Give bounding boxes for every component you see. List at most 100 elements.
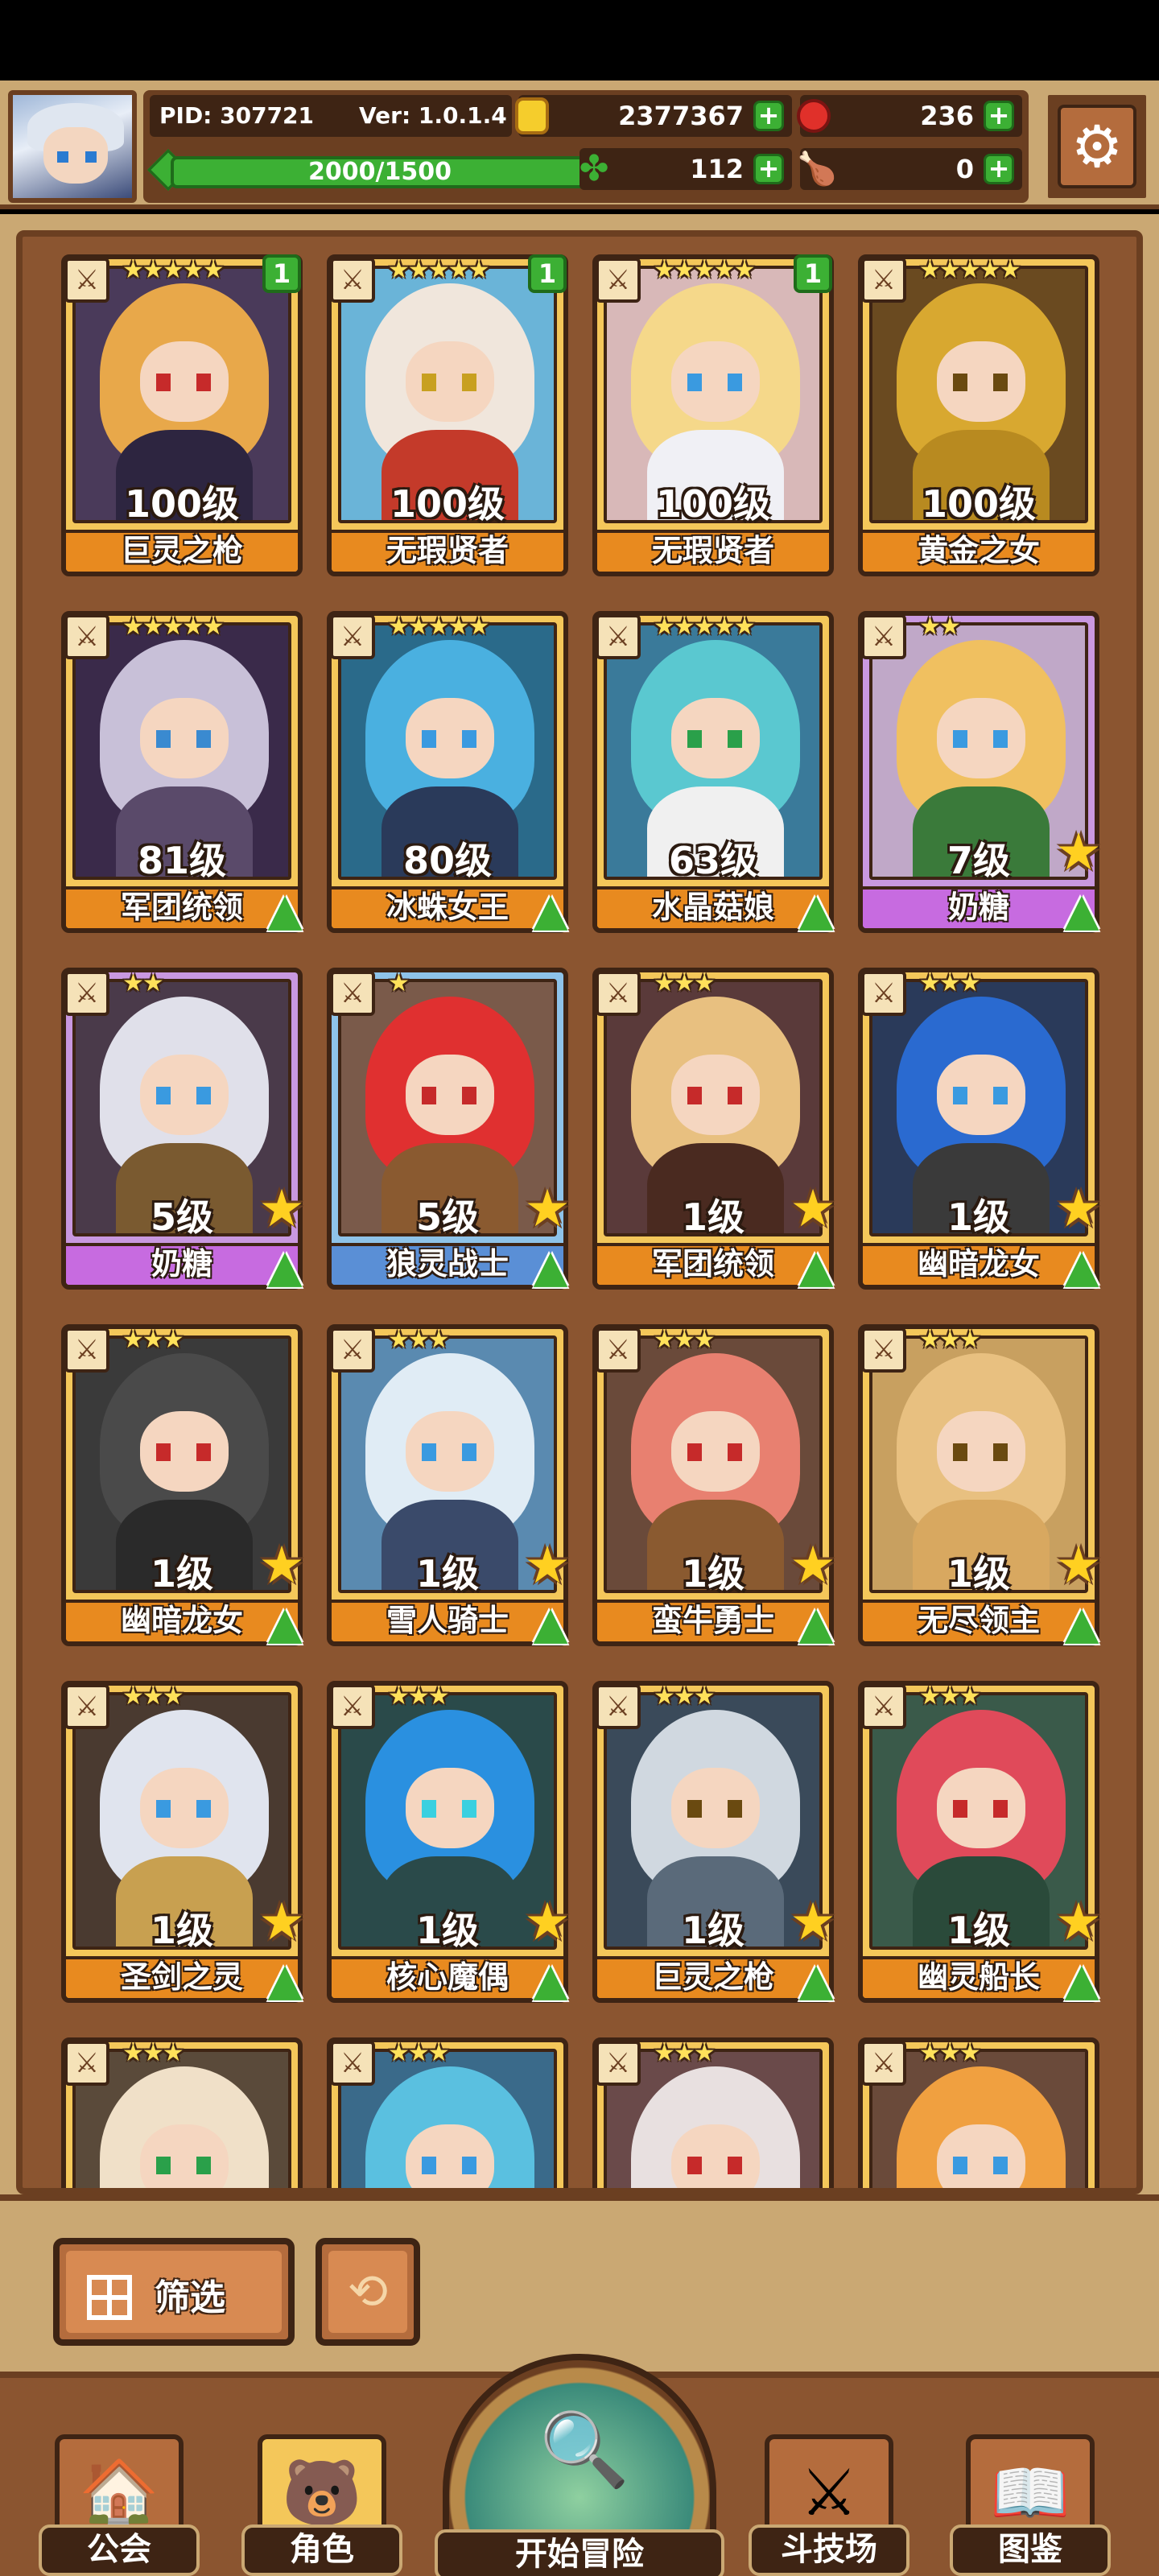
- meat-amount: 0: [955, 154, 974, 184]
- class-badge-icon: ⚔: [861, 2041, 906, 2086]
- nav-character[interactable]: 🐻 角色: [241, 2418, 402, 2576]
- clover-icon: ✤: [579, 148, 609, 189]
- character-card[interactable]: 5级 狼灵战士 ⚔ ★ ★ ▲: [327, 968, 571, 1291]
- player-id: PID: 307721: [159, 102, 315, 129]
- character-name: 巨灵之枪: [120, 533, 243, 568]
- character-card[interactable]: 100级 巨灵之枪 ⚔ ★★★★★ 1: [61, 254, 303, 576]
- nav-guild[interactable]: 🏠 公会: [39, 2418, 200, 2576]
- character-card[interactable]: 100级 无瑕贤者 ⚔ ★★★★★ 1: [592, 254, 834, 576]
- rarity-stars: ★★★★★: [388, 613, 489, 641]
- rarity-stars: ★★★: [388, 2039, 450, 2067]
- bottom-navigation: 🏠 公会 🐻 角色 🔍 开始冒险 ⚔ 斗技场 📖 图鉴: [0, 2354, 1159, 2576]
- top-hud: PID: 307721 Ver: 1.0.1.4 2377367 + 236 +…: [0, 80, 1159, 209]
- rarity-stars: ★★: [919, 613, 961, 641]
- rarity-stars: ★★★★★: [122, 613, 224, 641]
- upgrade-arrow-icon: ▲: [1064, 1241, 1099, 1293]
- filter-button[interactable]: 筛选: [53, 2238, 295, 2346]
- character-level: 100级: [655, 482, 771, 526]
- clover-display: ✤ 112 +: [580, 148, 792, 190]
- character-card[interactable]: 7级 奶糖 ⚔ ★★ ★ ▲: [858, 611, 1102, 935]
- system-status-bar: [0, 0, 1159, 80]
- character-name: 无瑕贤者: [386, 533, 509, 568]
- character-card[interactable]: 1级 圣剑之灵 ⚔ ★★★ ★ ▲: [61, 1681, 305, 2004]
- character-card[interactable]: 1级 幽暗龙女 ⚔ ★★★ ★ ▲: [61, 1324, 305, 1648]
- refresh-icon: ⟲: [328, 2251, 407, 2333]
- character-card[interactable]: ⚔ ★★★: [327, 2037, 568, 2188]
- character-card[interactable]: 5级 奶糖 ⚔ ★★ ★ ▲: [61, 968, 305, 1291]
- character-card[interactable]: ⚔ ★★★: [61, 2037, 303, 2188]
- character-card[interactable]: 1级 蛮牛勇士 ⚔ ★★★ ★ ▲: [592, 1324, 836, 1648]
- nav-start-adventure[interactable]: 🔍 开始冒险: [435, 2354, 724, 2576]
- upgrade-arrow-icon: ▲: [1064, 1954, 1099, 2006]
- add-ruby-button[interactable]: +: [984, 101, 1014, 131]
- character-level: 81级: [137, 839, 226, 882]
- duplicate-count-badge: 1: [262, 254, 301, 293]
- class-badge-icon: ⚔: [330, 2041, 375, 2086]
- rarity-stars: ★★★: [122, 2039, 184, 2067]
- star-up-icon: ★: [790, 1536, 836, 1596]
- character-card[interactable]: 1级 幽暗龙女 ⚔ ★★★ ★ ▲: [858, 968, 1102, 1291]
- upgrade-arrow-icon: ▲: [533, 1954, 568, 2006]
- character-card[interactable]: 1级 雪人骑士 ⚔ ★★★ ★ ▲: [327, 1324, 571, 1648]
- character-card[interactable]: 1级 幽灵船长 ⚔ ★★★ ★ ▲: [858, 1681, 1102, 2004]
- class-badge-icon: ⚔: [330, 1684, 375, 1729]
- experience-text: 2000/1500: [308, 158, 452, 186]
- character-card[interactable]: 81级 军团统领 ⚔ ★★★★★ ▲: [61, 611, 303, 935]
- rarity-stars: ★★: [122, 969, 164, 997]
- character-card[interactable]: 1级 巨灵之枪 ⚔ ★★★ ★ ▲: [592, 1681, 836, 2004]
- filter-label: 筛选: [155, 2277, 225, 2318]
- character-card[interactable]: 1级 核心魔偶 ⚔ ★★★ ★ ▲: [327, 1681, 571, 2004]
- rarity-stars: ★★★: [654, 2039, 716, 2067]
- character-card[interactable]: 80级 冰蛛女王 ⚔ ★★★★★ ▲: [327, 611, 568, 935]
- character-card[interactable]: 1级 无尽领主 ⚔ ★★★ ★ ▲: [858, 1324, 1102, 1648]
- meat-icon: 🍗: [797, 151, 837, 188]
- nav-arena-label: 斗技场: [749, 2524, 909, 2576]
- ruby-amount: 236: [920, 101, 974, 131]
- character-card[interactable]: 100级 无瑕贤者 ⚔ ★★★★★ 1: [327, 254, 568, 576]
- game-version: Ver: 1.0.1.4: [359, 102, 507, 129]
- class-badge-icon: ⚔: [596, 971, 641, 1016]
- rarity-stars: ★★★: [919, 969, 981, 997]
- character-card[interactable]: 1级 军团统领 ⚔ ★★★ ★ ▲: [592, 968, 836, 1291]
- duplicate-count-badge: 1: [794, 254, 832, 293]
- add-gold-button[interactable]: +: [753, 101, 784, 131]
- character-card[interactable]: 63级 水晶菇娘 ⚔ ★★★★★ ▲: [592, 611, 834, 935]
- gold-display: 2377367 +: [515, 95, 792, 137]
- settings-button[interactable]: ⚙: [1043, 90, 1151, 203]
- character-list-area: 100级 巨灵之枪 ⚔ ★★★★★ 1 100级 无瑕贤者 ⚔ ★★★★★ 1 100级 无瑕贤者 ⚔ ★…: [0, 214, 1159, 2194]
- rarity-stars: ★★★: [919, 1326, 981, 1354]
- rarity-stars: ★★★: [919, 2039, 981, 2067]
- player-avatar[interactable]: [8, 90, 137, 203]
- nav-arena[interactable]: ⚔ 斗技场: [749, 2418, 909, 2576]
- character-card[interactable]: 100级 黄金之女 ⚔ ★★★★★: [858, 254, 1099, 576]
- nav-codex[interactable]: 📖 图鉴: [950, 2418, 1111, 2576]
- star-up-icon: ★: [1055, 823, 1102, 882]
- class-badge-icon: ⚔: [861, 971, 906, 1016]
- add-meat-button[interactable]: +: [984, 154, 1014, 184]
- star-up-icon: ★: [258, 1536, 305, 1596]
- class-badge-icon: ⚔: [330, 258, 375, 303]
- class-badge-icon: ⚔: [64, 258, 109, 303]
- character-board[interactable]: 100级 巨灵之枪 ⚔ ★★★★★ 1 100级 无瑕贤者 ⚔ ★★★★★ 1 100级 无瑕贤者 ⚔ ★…: [16, 230, 1143, 2194]
- upgrade-arrow-icon: ▲: [533, 884, 568, 936]
- rarity-stars: ★★★: [122, 1682, 184, 1711]
- rarity-stars: ★★★: [122, 1326, 184, 1354]
- upgrade-arrow-icon: ▲: [267, 1241, 303, 1293]
- clover-amount: 112: [690, 154, 744, 184]
- rarity-stars: ★★★★★: [919, 256, 1021, 284]
- class-badge-icon: ⚔: [596, 258, 641, 303]
- add-clover-button[interactable]: +: [753, 154, 784, 184]
- reset-filter-button[interactable]: ⟲: [316, 2238, 420, 2346]
- rarity-stars: ★★★★★: [388, 256, 489, 284]
- nav-character-label: 角色: [241, 2524, 402, 2576]
- character-card[interactable]: ⚔ ★★★: [858, 2037, 1099, 2188]
- star-up-icon: ★: [1055, 1536, 1102, 1596]
- meat-display: 🍗 0 +: [797, 148, 1022, 190]
- class-badge-icon: ⚔: [64, 1684, 109, 1729]
- nav-adventure-label: 开始冒险: [435, 2529, 724, 2576]
- upgrade-arrow-icon: ▲: [1064, 1597, 1099, 1649]
- character-level: 100级: [124, 482, 240, 526]
- class-badge-icon: ⚔: [861, 1327, 906, 1373]
- character-card[interactable]: ⚔ ★★★: [592, 2037, 834, 2188]
- upgrade-arrow-icon: ▲: [267, 884, 303, 936]
